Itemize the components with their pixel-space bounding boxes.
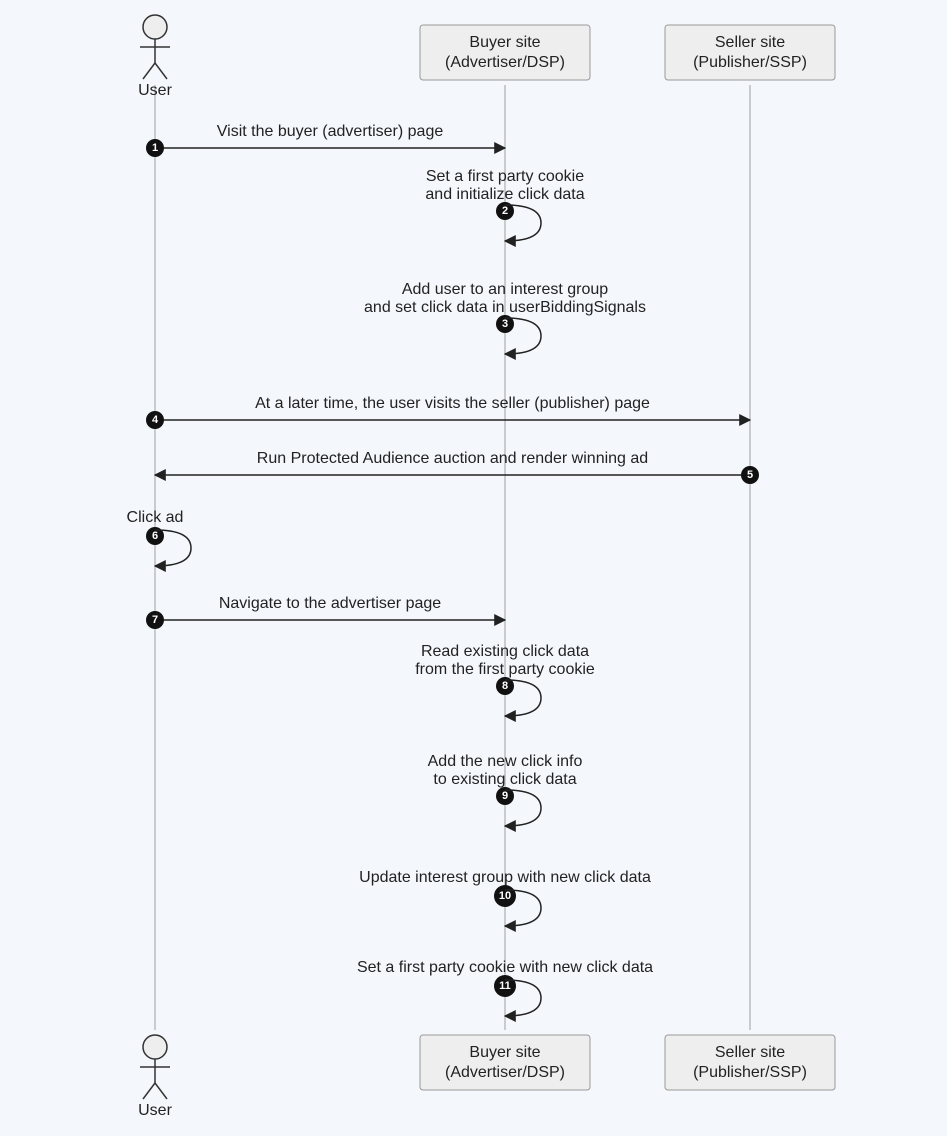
step-number: 10 <box>499 890 511 902</box>
participant-buyer: Buyer site (Advertiser/DSP) <box>420 1035 590 1090</box>
sequence-diagram: User Buyer site (Advertiser/DSP) Seller sit… <box>0 0 947 1136</box>
message-text: Update interest group with new click dat… <box>359 869 651 886</box>
message-text: to existing click data <box>433 771 576 788</box>
actor-user: User <box>138 1035 172 1119</box>
participant-sublabel: (Advertiser/DSP) <box>445 1064 565 1081</box>
participant-label: Seller site <box>715 34 785 51</box>
message-text: Navigate to the advertiser page <box>219 595 441 612</box>
participant-sublabel: (Publisher/SSP) <box>693 54 807 71</box>
message-text: Run Protected Audience auction and rende… <box>257 450 648 467</box>
step-number: 9 <box>502 790 508 802</box>
step-number: 2 <box>502 205 508 217</box>
message-text: Add the new click info <box>428 753 583 770</box>
message-1: Visit the buyer (advertiser) page 1 <box>146 123 505 157</box>
actor-label: User <box>138 1102 172 1119</box>
message-text: Add user to an interest group <box>402 281 608 298</box>
step-number: 6 <box>152 530 158 542</box>
step-number: 11 <box>499 980 511 992</box>
participant-label: Buyer site <box>469 1044 540 1061</box>
participant-seller: Seller site (Publisher/SSP) <box>665 1035 835 1090</box>
participant-label: Buyer site <box>469 34 540 51</box>
message-text: from the first party cookie <box>415 661 595 678</box>
message-text: and set click data in userBiddingSignals <box>364 299 646 316</box>
step-number: 4 <box>152 414 159 426</box>
actor-label: User <box>138 82 172 99</box>
message-5: Run Protected Audience auction and rende… <box>155 450 759 484</box>
message-text: Click ad <box>127 509 184 526</box>
step-number: 3 <box>502 318 508 330</box>
step-number: 5 <box>747 469 753 481</box>
message-text: At a later time, the user visits the sel… <box>255 395 650 412</box>
message-text: Visit the buyer (advertiser) page <box>217 123 444 140</box>
message-text: Set a first party cookie with new click … <box>357 959 653 976</box>
participant-seller: Seller site (Publisher/SSP) <box>665 25 835 80</box>
message-4: At a later time, the user visits the sel… <box>146 395 750 429</box>
participant-sublabel: (Publisher/SSP) <box>693 1064 807 1081</box>
message-7: Navigate to the advertiser page 7 <box>146 595 505 629</box>
participant-buyer: Buyer site (Advertiser/DSP) <box>420 25 590 80</box>
message-text: and initialize click data <box>425 186 584 203</box>
step-number: 7 <box>152 614 158 626</box>
step-number: 8 <box>502 680 508 692</box>
step-number: 1 <box>152 142 158 154</box>
actor-user: User <box>138 15 172 99</box>
message-6: Click ad 6 <box>127 509 191 566</box>
participant-sublabel: (Advertiser/DSP) <box>445 54 565 71</box>
message-text: Set a first party cookie <box>426 168 584 185</box>
message-text: Read existing click data <box>421 643 589 660</box>
participant-label: Seller site <box>715 1044 785 1061</box>
